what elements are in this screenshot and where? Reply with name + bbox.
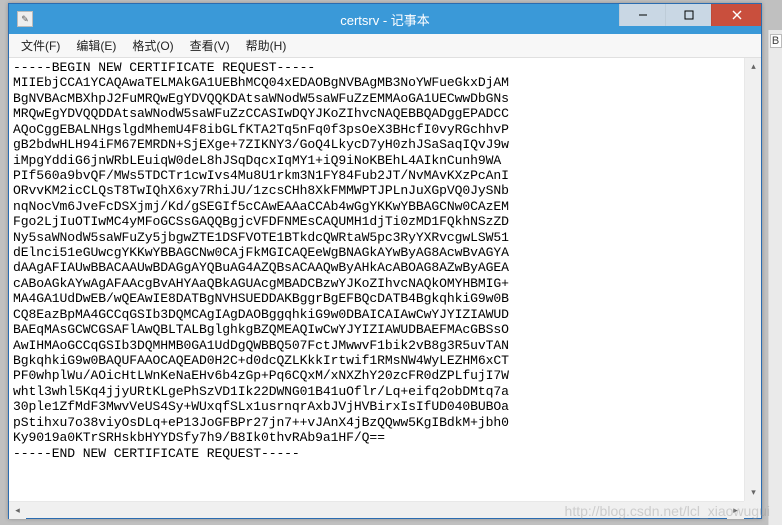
side-panel: B [768,30,782,525]
menu-file[interactable]: 文件(F) [13,35,68,56]
menu-view[interactable]: 查看(V) [182,35,238,56]
close-button[interactable] [711,4,761,26]
text-editor[interactable] [9,58,744,501]
vertical-scrollbar[interactable]: ▴ ▾ [744,58,761,501]
scroll-track-vertical[interactable] [745,75,761,484]
scroll-right-arrow-icon[interactable]: ▸ [727,502,744,519]
scroll-track-horizontal[interactable] [26,502,727,518]
bottom-scroll-row: ◂ ▸ [9,501,761,518]
app-icon: ✎ [17,11,33,27]
maximize-button[interactable] [665,4,711,26]
scroll-down-arrow-icon[interactable]: ▾ [745,484,761,501]
window-controls [619,4,761,34]
side-tag[interactable]: B [770,34,782,48]
horizontal-scrollbar[interactable]: ◂ ▸ [9,501,744,518]
menubar: 文件(F) 编辑(E) 格式(O) 查看(V) 帮助(H) [9,34,761,58]
content-area: ▴ ▾ [9,58,761,501]
titlebar[interactable]: ✎ certsrv - 记事本 [9,4,761,34]
scroll-up-arrow-icon[interactable]: ▴ [745,58,761,75]
menu-edit[interactable]: 编辑(E) [68,35,124,56]
menu-format[interactable]: 格式(O) [124,35,181,56]
minimize-button[interactable] [619,4,665,26]
scroll-corner [744,501,761,518]
menu-help[interactable]: 帮助(H) [238,35,295,56]
scroll-left-arrow-icon[interactable]: ◂ [9,502,26,519]
notepad-window: ✎ certsrv - 记事本 文件(F) 编辑(E) 格式(O) 查看(V) … [8,3,762,519]
window-title: certsrv - 记事本 [340,10,430,29]
